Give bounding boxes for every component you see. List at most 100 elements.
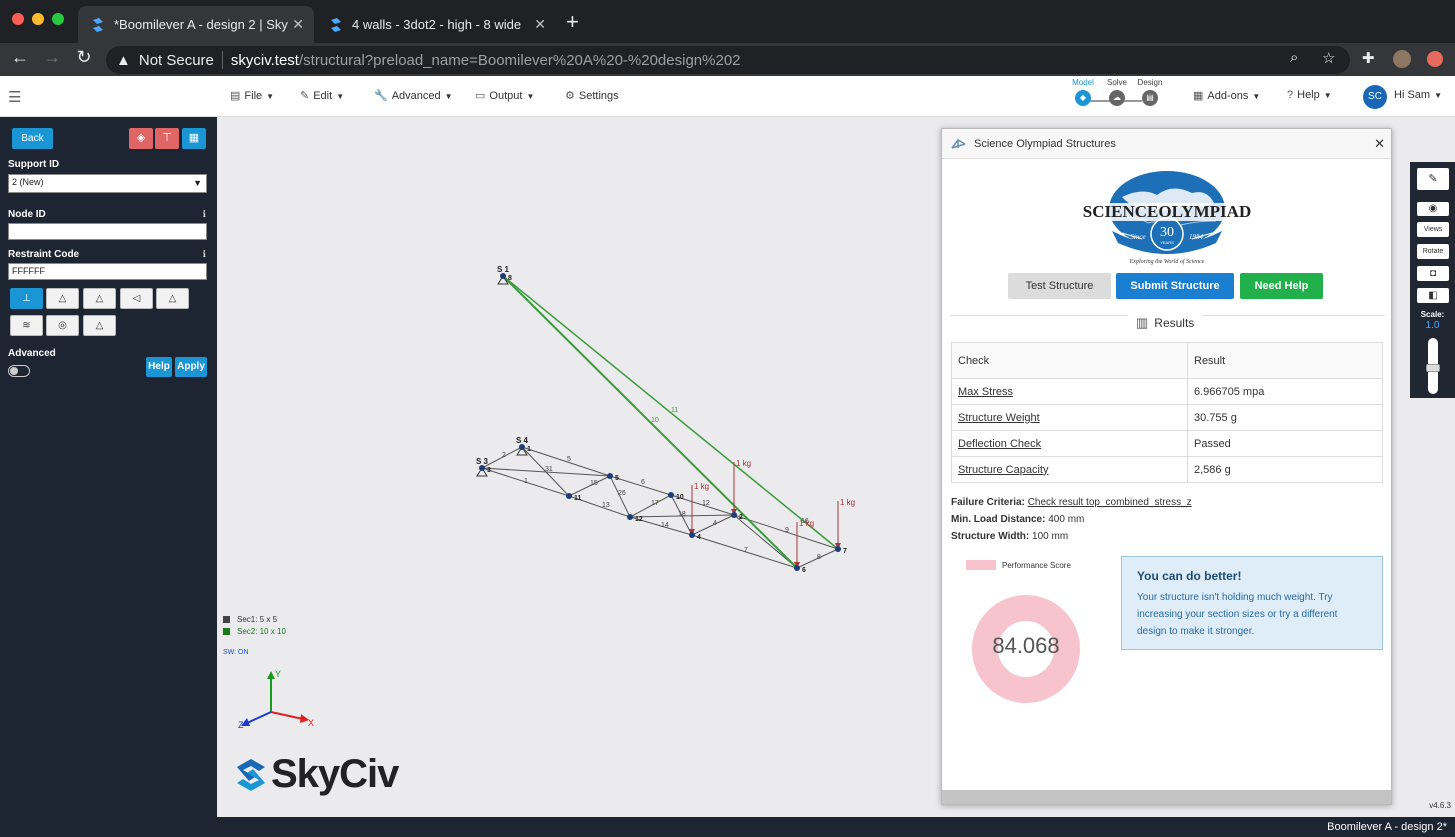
member-label[interactable]: 2 <box>502 452 506 459</box>
advanced-toggle[interactable] <box>8 365 30 377</box>
structure-model[interactable]: 1 kg1 kg1 kg1 kgS 1S 4S 3813511121024672… <box>217 117 937 587</box>
forward-arrow-icon[interactable]: → <box>40 47 64 68</box>
member-line[interactable] <box>733 514 798 569</box>
node-point[interactable] <box>627 514 633 520</box>
test-structure-button[interactable]: Test Structure <box>1008 273 1111 299</box>
maximize-window-button[interactable] <box>52 13 64 25</box>
node-point[interactable] <box>566 493 572 499</box>
menu-file[interactable]: ▤ File ▼ <box>230 89 274 102</box>
member-line-sec2[interactable] <box>502 275 798 569</box>
workflow-step-model[interactable]: Model ◆ <box>1068 78 1098 106</box>
node-point[interactable] <box>479 465 485 471</box>
member-label[interactable]: 15 <box>590 480 598 487</box>
check-cell[interactable]: Max Stress <box>951 378 1188 405</box>
node-label[interactable]: 5 <box>615 475 619 482</box>
submit-structure-button[interactable]: Submit Structure <box>1116 273 1234 299</box>
node-point[interactable] <box>519 444 525 450</box>
menu-settings[interactable]: ⚙ Settings <box>565 89 619 102</box>
reload-icon[interactable]: ↻ <box>72 47 96 68</box>
node-label[interactable]: 7 <box>843 548 847 555</box>
member-label[interactable]: 12 <box>702 500 710 507</box>
support-id-select[interactable]: 2 (New) ▼ <box>8 174 207 193</box>
user-avatar[interactable]: SC <box>1363 85 1387 109</box>
support-3d-icon[interactable]: △ <box>156 288 189 309</box>
member-label[interactable]: 7 <box>744 547 748 554</box>
member-label[interactable]: 6 <box>641 479 645 486</box>
load-label[interactable]: 1 kg <box>840 498 855 507</box>
check-cell[interactable]: Structure Weight <box>951 404 1188 431</box>
scale-slider[interactable] <box>1426 338 1440 394</box>
node-label[interactable]: 8 <box>508 275 512 282</box>
node-point[interactable] <box>731 512 737 518</box>
node-point[interactable] <box>500 273 506 279</box>
load-label[interactable]: 1 kg <box>694 482 709 491</box>
menu-addons[interactable]: ▦ Add-ons ▼ <box>1193 89 1260 102</box>
pinned-support-icon[interactable]: △ <box>46 288 79 309</box>
node-label[interactable]: 2 <box>739 514 743 521</box>
node-label[interactable]: 1 <box>527 446 531 453</box>
cube-icon[interactable]: ◧ <box>1417 288 1449 303</box>
node-point[interactable] <box>607 473 613 479</box>
member-label[interactable]: 8 <box>817 554 821 561</box>
node-point[interactable] <box>668 492 674 498</box>
custom-support-icon[interactable]: △ <box>83 315 116 336</box>
member-label[interactable]: 5 <box>567 456 571 463</box>
member-label[interactable]: 1 <box>524 478 528 485</box>
member-label[interactable]: 18 <box>678 511 686 518</box>
member-label[interactable]: 16 <box>801 518 809 525</box>
node-label[interactable]: 4 <box>697 534 701 541</box>
pencil-icon[interactable]: ✎ <box>1417 168 1449 190</box>
close-tab-icon[interactable]: ✕ <box>292 16 304 33</box>
fixed-support-icon[interactable]: ⊥ <box>10 288 43 309</box>
node-point[interactable] <box>835 546 841 552</box>
update-icon[interactable] <box>1427 51 1443 67</box>
close-window-button[interactable] <box>12 13 24 25</box>
support-label[interactable]: S 4 <box>516 436 529 445</box>
member-label[interactable]: 9 <box>785 527 789 534</box>
menu-output[interactable]: ▭ Output ▼ <box>475 89 534 102</box>
member-label[interactable]: 4 <box>713 520 717 527</box>
support-label[interactable]: S 3 <box>476 457 489 466</box>
node-id-input[interactable] <box>8 223 207 240</box>
side-roller-icon[interactable]: ◁ <box>120 288 153 309</box>
need-help-button[interactable]: Need Help <box>1240 273 1323 299</box>
check-cell[interactable]: Structure Capacity <box>951 456 1188 483</box>
horizontal-scrollbar[interactable] <box>942 790 1391 804</box>
menu-help[interactable]: ? Help ▼ <box>1287 89 1332 101</box>
workflow-step-design[interactable]: Design ▤ <box>1135 78 1165 106</box>
node-label[interactable]: 12 <box>635 516 643 523</box>
user-menu[interactable]: Hi Sam ▼ <box>1394 89 1442 101</box>
new-tab-icon[interactable]: + <box>566 9 579 35</box>
camera-icon[interactable]: ◘ <box>1417 266 1449 281</box>
node-label[interactable]: 6 <box>802 567 806 574</box>
hamburger-menu-icon[interactable]: ☰ <box>8 88 21 106</box>
menu-advanced[interactable]: 🔧 Advanced ▼ <box>374 89 453 102</box>
restraint-code-input[interactable]: FFFFFF <box>8 263 207 280</box>
info-icon[interactable]: ℹ <box>203 209 206 220</box>
table-icon[interactable]: ▦ <box>182 128 206 149</box>
load-label[interactable]: 1 kg <box>736 459 751 468</box>
minimize-window-button[interactable] <box>32 13 44 25</box>
member-label[interactable]: 26 <box>618 490 626 497</box>
member-label[interactable]: 31 <box>545 466 553 473</box>
help-button[interactable]: Help <box>146 357 172 377</box>
member-label[interactable]: 11 <box>671 407 678 414</box>
bookmark-star-icon[interactable]: ☆ <box>1322 49 1335 67</box>
back-button[interactable]: Back <box>12 128 53 149</box>
tag-icon[interactable]: ◈ <box>129 128 153 149</box>
member-label[interactable]: 10 <box>651 417 659 424</box>
failure-value[interactable]: Check result top_combined_stress_z <box>1028 497 1192 508</box>
close-icon[interactable]: ✕ <box>1374 129 1385 159</box>
browser-tab[interactable]: 4 walls - 3dot2 - high - 8 wide ✕ <box>316 6 556 43</box>
address-bar[interactable]: ▲ Not Secure skyciv.test /structural?pre… <box>106 46 1350 74</box>
rotational-spring-icon[interactable]: ◎ <box>46 315 79 336</box>
spring-support-icon[interactable]: ≋ <box>10 315 43 336</box>
support-label[interactable]: S 1 <box>497 265 510 274</box>
member-label[interactable]: 13 <box>602 502 610 509</box>
node-label[interactable]: 11 <box>574 495 582 502</box>
close-tab-icon[interactable]: ✕ <box>534 16 546 33</box>
profile-avatar[interactable] <box>1393 50 1411 68</box>
rotate-button[interactable]: Rotate <box>1417 244 1449 259</box>
extensions-icon[interactable]: ✚ <box>1362 49 1375 67</box>
roller-support-icon[interactable]: △ <box>83 288 116 309</box>
